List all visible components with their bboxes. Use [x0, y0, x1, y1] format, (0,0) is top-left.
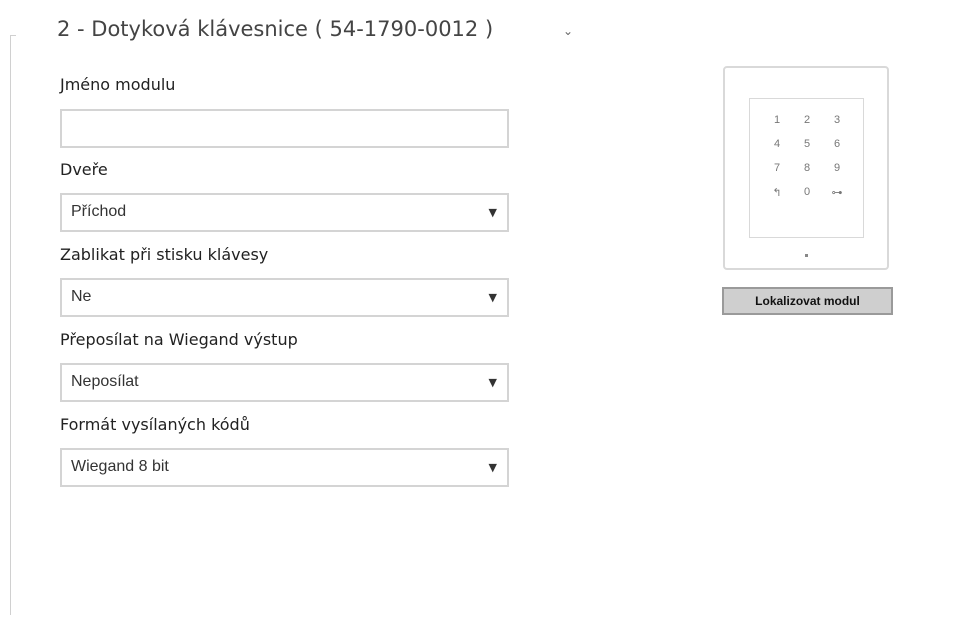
keypad-key: 6 [833, 138, 841, 150]
door-label: Dveře [60, 160, 108, 179]
keypad-key: 1 [773, 114, 781, 126]
dropdown-arrow-icon: ▼ [488, 461, 497, 474]
dropdown-arrow-icon: ▼ [488, 291, 497, 304]
code-format-label: Formát vysílaných kódů [60, 415, 250, 434]
locate-module-button[interactable]: Lokalizovat modul [722, 287, 893, 315]
keypad-key: 3 [833, 114, 841, 126]
keypad-grid: 1 2 3 4 5 6 7 8 9 ↰ 0 ⊶ [762, 114, 852, 199]
wiegand-forward-select-value: Neposílat [71, 373, 139, 390]
dropdown-arrow-icon: ▼ [488, 376, 497, 389]
keypad-panel: 1 2 3 4 5 6 7 8 9 ↰ 0 ⊶ [749, 98, 864, 238]
section-title: 2 - Dotyková klávesnice ( 54-1790-0012 ) [57, 17, 494, 41]
module-name-input[interactable] [60, 109, 509, 148]
keypad-key: 8 [803, 162, 811, 174]
door-select[interactable]: Příchod ▼ [60, 193, 509, 232]
keypad-key-key-icon: ⊶ [831, 187, 843, 199]
keypad-key: 9 [833, 162, 841, 174]
keypad-key: 2 [803, 114, 811, 126]
section-bracket-tick [10, 35, 16, 36]
keypad-key: 4 [773, 138, 781, 150]
keypad-key: 7 [773, 162, 781, 174]
keypad-key-bell-icon: ↰ [772, 187, 782, 199]
keypad-key: 5 [803, 138, 811, 150]
blink-label: Zablikat při stisku klávesy [60, 245, 269, 264]
door-select-value: Příchod [71, 203, 127, 220]
code-format-select-value: Wiegand 8 bit [71, 458, 169, 475]
module-name-label: Jméno modulu [60, 75, 176, 94]
blink-select[interactable]: Ne ▼ [60, 278, 509, 317]
dropdown-arrow-icon: ▼ [488, 206, 497, 219]
status-led-icon [805, 254, 808, 257]
chevron-down-icon[interactable]: ⌄ [563, 24, 573, 38]
section-bracket-line [10, 35, 11, 615]
keypad-key: 0 [803, 186, 811, 198]
code-format-select[interactable]: Wiegand 8 bit ▼ [60, 448, 509, 487]
keypad-module-preview: 1 2 3 4 5 6 7 8 9 ↰ 0 ⊶ [723, 66, 889, 270]
wiegand-forward-select[interactable]: Neposílat ▼ [60, 363, 509, 402]
wiegand-forward-label: Přeposílat na Wiegand výstup [60, 330, 298, 349]
blink-select-value: Ne [71, 288, 92, 305]
